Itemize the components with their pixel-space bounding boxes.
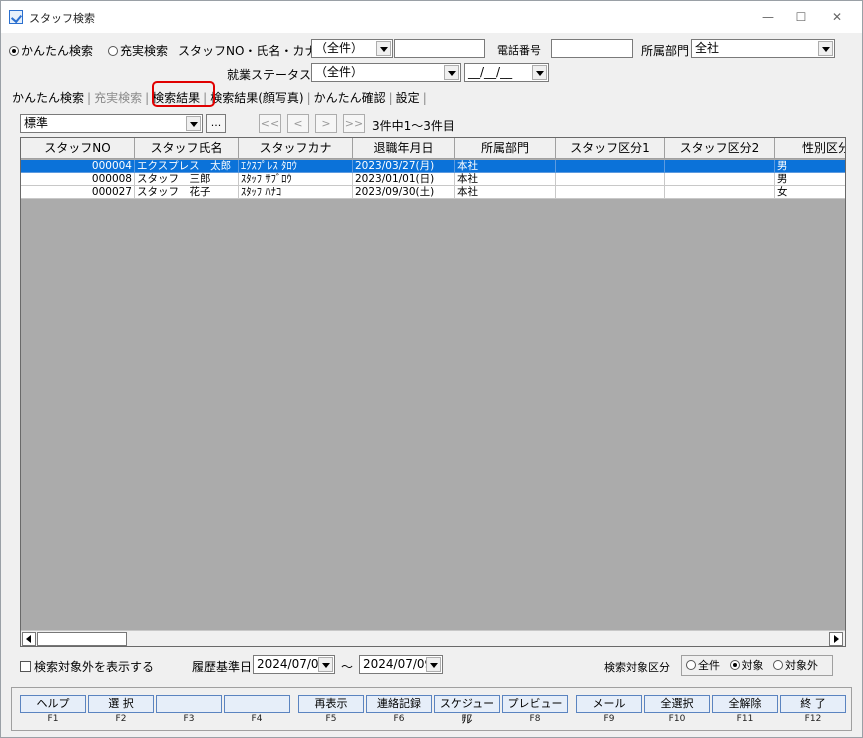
fkey-f3: F3 — [156, 695, 222, 725]
tab-full-search[interactable]: 充実検索 — [91, 89, 145, 106]
mail-button[interactable]: メール — [576, 695, 642, 713]
fkey-f8: プレビュー F8 — [502, 695, 568, 725]
history-date-from[interactable]: 2024/07/09 — [253, 655, 335, 674]
chevron-down-icon — [426, 657, 441, 672]
tab-settings[interactable]: 設定 — [393, 89, 423, 106]
scope-excluded-radio[interactable]: 対象外 — [773, 659, 818, 672]
close-button[interactable]: ✕ — [822, 5, 852, 29]
radio-selected-icon — [9, 46, 19, 56]
chevron-down-icon — [186, 116, 201, 131]
title-bar: スタッフ検索 — ☐ ✕ — [1, 1, 862, 33]
table-row[interactable]: 000004 エクスプレス 太郎 ｴｸｽﾌﾟﾚｽ ﾀﾛｳ 2023/03/27(… — [21, 160, 845, 173]
tab-bar: かんたん検索 | 充実検索 | 検索結果 | 検索結果(顔写真) | かんたん確認 | 設定 | — [9, 89, 427, 107]
history-date-label: 履歴基準日 — [192, 660, 253, 674]
dept-select[interactable]: 全社 — [691, 39, 835, 58]
f4-button[interactable] — [224, 695, 290, 713]
radio-icon — [108, 46, 118, 56]
results-grid: スタッフNO スタッフ氏名 スタッフカナ 退職年月日 所属部門 スタッフ区分1 … — [20, 137, 846, 647]
fkey-f2: 選 択 F2 — [88, 695, 154, 725]
fkey-f4: F4 — [224, 695, 290, 725]
show-excluded-checkbox[interactable]: 検索対象外を表示する — [20, 658, 154, 675]
scope-target-radio[interactable]: 対象 — [729, 659, 764, 672]
chevron-down-icon — [444, 65, 459, 80]
status-select[interactable]: （全件） — [311, 63, 461, 82]
nav-prev-button[interactable]: < — [287, 114, 309, 133]
select-button[interactable]: 選 択 — [88, 695, 154, 713]
status-date-select[interactable]: __/__/__ — [464, 63, 549, 82]
f3-button[interactable] — [156, 695, 222, 713]
deselect-all-button[interactable]: 全解除 — [712, 695, 778, 713]
nav-last-button[interactable]: >> — [343, 114, 365, 133]
col-staff-kana[interactable]: スタッフカナ — [239, 138, 353, 159]
col-gender[interactable]: 性別区分 — [775, 138, 845, 159]
table-row[interactable]: 000027 スタッフ 花子 ｽﾀｯﾌ ﾊﾅｺ 2023/09/30(土) 本社… — [21, 186, 845, 199]
scroll-left-icon[interactable] — [22, 632, 36, 646]
radio-icon — [773, 660, 783, 670]
window-title: スタッフ検索 — [29, 12, 95, 25]
tab-search-results-photo[interactable]: 検索結果(顔写真) — [207, 89, 306, 106]
fkey-f12: 終 了 F12 — [780, 695, 846, 725]
col-dept[interactable]: 所属部門 — [455, 138, 556, 159]
col-staff-no[interactable]: スタッフNO — [21, 138, 135, 159]
exit-button[interactable]: 終 了 — [780, 695, 846, 713]
select-all-button[interactable]: 全選択 — [644, 695, 710, 713]
chevron-down-icon — [376, 41, 391, 56]
history-date-to[interactable]: 2024/07/09 — [359, 655, 443, 674]
nav-next-button[interactable]: > — [315, 114, 337, 133]
table-row[interactable]: 000008 スタッフ 三郎 ｽﾀｯﾌ ｻﾌﾞﾛｳ 2023/01/01(日) … — [21, 173, 845, 186]
scope-all-radio[interactable]: 全件 — [686, 659, 720, 672]
view-select[interactable]: 標準 — [20, 114, 203, 133]
checkbox-icon — [20, 661, 31, 672]
help-button[interactable]: ヘルプ — [20, 695, 86, 713]
tab-simple-search[interactable]: かんたん検索 — [9, 89, 87, 106]
status-label: 就業ステータス — [227, 68, 312, 82]
scope-radio-group: 全件 対象 対象外 — [681, 655, 833, 676]
view-settings-button[interactable]: ... — [206, 114, 226, 133]
chevron-down-icon — [818, 41, 833, 56]
function-key-bar: ヘルプ F1 選 択 F2 F3 F4 再表示 F5 連絡記録 F6 スケジュール F7 … — [11, 687, 852, 731]
nav-first-button[interactable]: << — [259, 114, 281, 133]
tab-simple-confirm[interactable]: かんたん確認 — [311, 89, 389, 106]
contact-log-button[interactable]: 連絡記録 — [366, 695, 432, 713]
dept-label: 所属部門 — [641, 44, 690, 58]
phone-label: 電話番号 — [497, 44, 541, 57]
maximize-button[interactable]: ☐ — [786, 5, 816, 29]
app-window: スタッフ検索 — ☐ ✕ かんたん検索 充実検索 スタッフNO・氏名・カナ （全… — [0, 0, 863, 738]
fkey-f11: 全解除 F11 — [712, 695, 778, 725]
fkey-f9: メール F9 — [576, 695, 642, 725]
schedule-button[interactable]: スケジュール — [434, 695, 500, 726]
scope-label: 検索対象区分 — [604, 661, 670, 674]
chevron-down-icon — [318, 657, 333, 672]
staff-label: スタッフNO・氏名・カナ — [178, 44, 317, 58]
fkey-f6: 連絡記録 F6 — [366, 695, 432, 725]
result-count: 3件中1～3件目 — [372, 119, 455, 133]
staff-search-input[interactable] — [394, 39, 485, 58]
horizontal-scrollbar[interactable] — [21, 630, 845, 646]
col-category1[interactable]: スタッフ区分1 — [556, 138, 665, 159]
col-retire-date[interactable]: 退職年月日 — [353, 138, 455, 159]
fkey-f5: 再表示 F5 — [298, 695, 364, 725]
mode-full-radio[interactable]: 充実検索 — [108, 42, 168, 59]
col-staff-name[interactable]: スタッフ氏名 — [135, 138, 239, 159]
chevron-down-icon — [532, 65, 547, 80]
app-icon — [9, 10, 23, 24]
mode-simple-radio[interactable]: かんたん検索 — [9, 42, 93, 59]
date-range-separator: ～ — [341, 660, 354, 674]
col-category2[interactable]: スタッフ区分2 — [665, 138, 775, 159]
minimize-button[interactable]: — — [753, 5, 783, 29]
staff-select[interactable]: （全件） — [311, 39, 393, 58]
radio-selected-icon — [729, 660, 740, 670]
fkey-f10: 全選択 F10 — [644, 695, 710, 725]
fkey-f7: スケジュール F7 — [434, 695, 500, 726]
active-tab-highlight — [152, 81, 215, 107]
phone-input[interactable] — [551, 39, 633, 58]
scroll-thumb[interactable] — [37, 632, 127, 646]
fkey-f1: ヘルプ F1 — [20, 695, 86, 725]
radio-icon — [686, 660, 696, 670]
preview-button[interactable]: プレビュー — [502, 695, 568, 713]
scroll-right-icon[interactable] — [829, 632, 843, 646]
refresh-button[interactable]: 再表示 — [298, 695, 364, 713]
